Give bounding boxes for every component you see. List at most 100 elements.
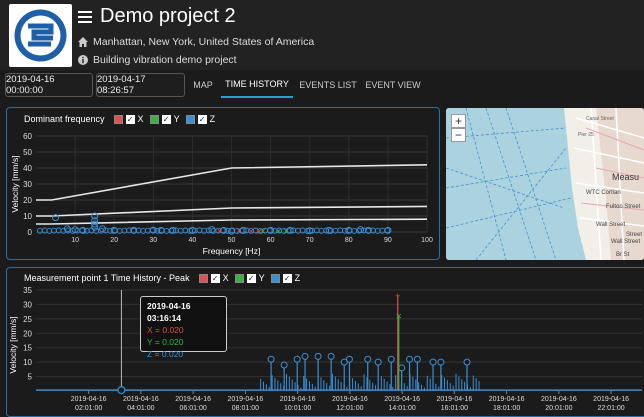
dominant-frequency-legend: Dominant frequency ✓ X ✓ Y ✓ Z <box>24 114 218 124</box>
x-tick-date: 2019-04-16 <box>541 396 577 403</box>
y-legend-label: Y <box>173 114 180 124</box>
z-point <box>140 227 147 234</box>
th-z-checkbox[interactable]: ✓ <box>282 273 292 283</box>
svg-text:Br St: Br St <box>616 252 630 258</box>
map-zoom-in-button[interactable]: + <box>451 114 466 128</box>
tooltip-z-value: Z = 0.020 <box>147 349 184 359</box>
time-history-legend: Measurement point 1 Time History - Peak … <box>24 273 303 283</box>
x-tick-time: 10:01:00 <box>284 405 311 412</box>
x-point: ✕ <box>236 226 243 235</box>
dominant-frequency-chart: 0 10 20 30 40 50 60 10 20 30 40 50 60 70 80 90 100 Freque… <box>10 132 433 256</box>
z-point <box>116 227 123 234</box>
hamburger-menu-icon[interactable] <box>78 10 92 23</box>
x-tick-time: 22:01:00 <box>597 405 624 412</box>
x-axis-label: Frequency [Hz] <box>203 246 261 256</box>
project-location: Manhattan, New York, United States of Am… <box>93 36 315 48</box>
date-from-input[interactable]: 2019-04-16 00:00:00 <box>5 73 93 97</box>
th-z-swatch <box>270 273 280 283</box>
z-spike-marker <box>374 358 382 366</box>
z-spike-marker <box>314 352 322 360</box>
x-tick-time: 04:01:00 <box>127 405 154 412</box>
z-spike-marker <box>406 355 414 363</box>
x-tick-date: 2019-04-16 <box>384 396 420 403</box>
x-checkbox[interactable]: ✓ <box>125 114 135 124</box>
x-tick-label: 40 <box>189 237 197 244</box>
svg-text:WTC Cortlan: WTC Cortlan <box>586 190 621 196</box>
date-to-input[interactable]: 2019-04-17 08:26:57 <box>96 73 185 97</box>
z-legend-label: Z <box>209 114 216 124</box>
home-icon <box>78 37 88 47</box>
x-tick-date: 2019-04-16 <box>489 396 525 403</box>
tooltip-x-value: X = 0.020 <box>147 325 184 335</box>
z-spike-marker <box>364 355 372 363</box>
x-tick-time: 14:01:00 <box>389 405 416 412</box>
map-zoom-out-button[interactable]: − <box>451 128 466 142</box>
th-y-swatch <box>234 273 244 283</box>
z-point <box>374 227 381 234</box>
x-tick-time: 06:01:00 <box>180 405 207 412</box>
z-point <box>318 227 325 234</box>
x-tick-label: 30 <box>149 237 157 244</box>
info-icon <box>78 55 88 65</box>
th-y-checkbox[interactable]: ✓ <box>246 273 256 283</box>
z-spike-marker <box>398 364 406 372</box>
chart-tooltip: 2019-04-16 03:16:14 X = 0.020 Y = 0.020 … <box>140 296 227 359</box>
z-point <box>177 227 184 234</box>
y-tick-label: 10 <box>23 358 32 367</box>
tab-event-view[interactable]: EVENT VIEW <box>362 72 424 98</box>
y-point: ✕ <box>283 227 290 236</box>
z-point <box>351 227 358 234</box>
map-view[interactable]: Measu WTC Cortlan Wall Street Wall Stree… <box>446 108 644 260</box>
y-tick-label: 20 <box>23 329 32 338</box>
crosshair-point <box>117 386 126 395</box>
tooltip-y-value: Y = 0.020 <box>147 337 184 347</box>
y-spike-marker: ✕ <box>395 312 402 321</box>
x-tick-label: 90 <box>384 237 392 244</box>
time-history-title: Measurement point 1 Time History - Peak <box>24 273 190 283</box>
svg-text:Wall Street: Wall Street <box>596 222 625 228</box>
y-tick-label: 50 <box>23 148 32 157</box>
tab-events-list[interactable]: EVENTS LIST <box>297 72 359 98</box>
z-point <box>36 227 43 234</box>
y-tick-label: 60 <box>23 132 32 141</box>
tab-time-history[interactable]: TIME HISTORY <box>221 72 293 98</box>
y-checkbox[interactable]: ✓ <box>161 114 171 124</box>
th-x-swatch <box>198 273 208 283</box>
x-tick-label: 80 <box>345 237 353 244</box>
x-tick-time: 20:01:00 <box>545 405 572 412</box>
z-spike-marker <box>387 355 395 363</box>
y-tick-label: 5 <box>28 373 33 382</box>
x-tick-label: 60 <box>267 237 275 244</box>
z-spike-marker <box>301 352 309 360</box>
th-z-legend-label: Z <box>294 273 301 283</box>
x-tick-date: 2019-04-16 <box>436 396 472 403</box>
z-point <box>46 227 53 234</box>
th-y-legend-label: Y <box>258 273 265 283</box>
z-checkbox[interactable]: ✓ <box>197 114 207 124</box>
x-tick-label: 10 <box>71 237 79 244</box>
y-point: ✕ <box>275 227 282 236</box>
tooltip-time: 2019-04-16 03:16:14 <box>147 301 191 323</box>
tab-map[interactable]: MAP <box>188 72 218 98</box>
x-tick-date: 2019-04-16 <box>123 396 159 403</box>
x-tick-date: 2019-04-16 <box>175 396 211 403</box>
x-tick-time: 12:01:00 <box>336 405 363 412</box>
x-tick-time: 18:01:00 <box>493 405 520 412</box>
z-point <box>295 227 301 234</box>
z-spike-marker <box>463 358 471 366</box>
y-tick-label: 30 <box>23 180 32 189</box>
svg-text:Canal Street: Canal Street <box>586 116 614 122</box>
company-logo <box>9 4 72 67</box>
z-spike-marker <box>345 355 353 363</box>
z-swatch <box>185 114 195 124</box>
svg-text:Fulton Street: Fulton Street <box>606 204 641 210</box>
th-x-checkbox[interactable]: ✓ <box>210 273 220 283</box>
z-point <box>163 227 170 234</box>
x-tick-label: 50 <box>228 237 236 244</box>
y-tick-label: 10 <box>23 212 32 221</box>
x-tick-date: 2019-04-16 <box>593 396 629 403</box>
z-point <box>201 227 208 234</box>
z-spike-marker <box>429 358 437 366</box>
svg-text:Street: Street <box>626 232 642 238</box>
y-tick-label: 40 <box>23 164 32 173</box>
